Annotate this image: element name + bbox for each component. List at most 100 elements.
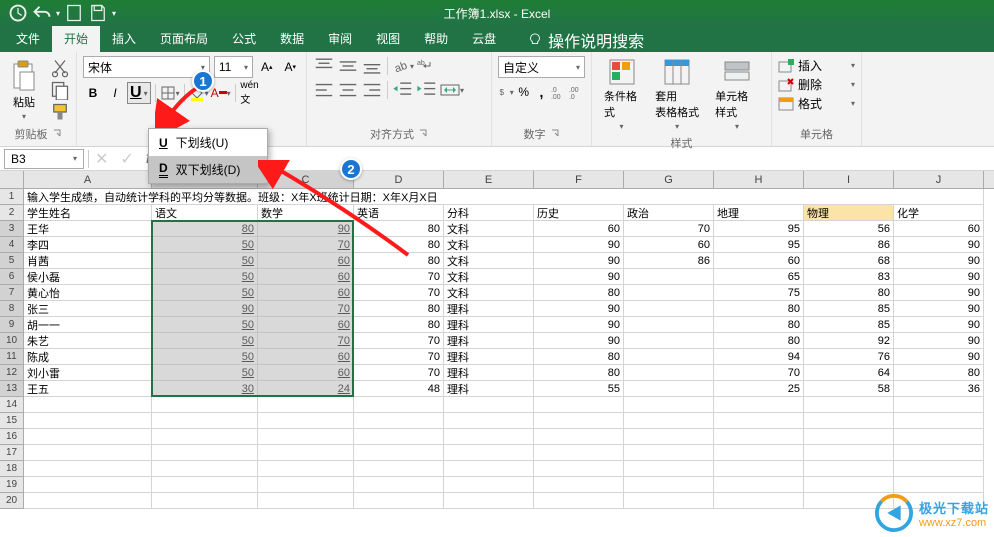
cell-B2[interactable]: 语文 [152, 205, 258, 221]
cell-A16[interactable] [24, 429, 152, 445]
cell-A19[interactable] [24, 477, 152, 493]
confirm-formula-icon[interactable]: ✓ [114, 149, 139, 169]
cell-A7[interactable]: 黄心怡 [24, 285, 152, 301]
cell-B5[interactable]: 50 [152, 253, 258, 269]
cell-A9[interactable]: 胡一一 [24, 317, 152, 333]
col-header-F[interactable]: F [534, 171, 624, 188]
cell-G19[interactable] [624, 477, 714, 493]
font-name-selector[interactable]: 宋体▾ [83, 56, 210, 78]
cell-E17[interactable] [444, 445, 534, 461]
cell-B8[interactable]: 90 [152, 301, 258, 317]
cell-C17[interactable] [258, 445, 354, 461]
cell-A20[interactable] [24, 493, 152, 509]
cell-B18[interactable] [152, 461, 258, 477]
cell-A15[interactable] [24, 413, 152, 429]
increase-decimal-icon[interactable]: .0.00 [551, 82, 567, 102]
cell-A17[interactable] [24, 445, 152, 461]
cell-A12[interactable]: 刘小雷 [24, 365, 152, 381]
cell-F9[interactable]: 90 [534, 317, 624, 333]
cell-F10[interactable]: 90 [534, 333, 624, 349]
cell-C2[interactable]: 数学 [258, 205, 354, 221]
row-header-15[interactable]: 15 [0, 413, 24, 429]
cell-G7[interactable] [624, 285, 714, 301]
cell-C6[interactable]: 60 [258, 269, 354, 285]
italic-button[interactable]: I [105, 83, 125, 103]
cell-A5[interactable]: 肖茜 [24, 253, 152, 269]
cell-C14[interactable] [258, 397, 354, 413]
row-header-16[interactable]: 16 [0, 429, 24, 445]
cell-A10[interactable]: 朱艺 [24, 333, 152, 349]
cell-A14[interactable] [24, 397, 152, 413]
cell-I16[interactable] [804, 429, 894, 445]
conditional-format-button[interactable]: 条件格式▾ [598, 56, 645, 133]
cell-J13[interactable]: 36 [894, 381, 984, 397]
cell-I2[interactable]: 物理 [804, 205, 894, 221]
cell-H11[interactable]: 94 [714, 349, 804, 365]
cell-G6[interactable] [624, 269, 714, 285]
cell-D20[interactable] [354, 493, 444, 509]
cell-B12[interactable]: 50 [152, 365, 258, 381]
save-icon[interactable] [88, 3, 108, 23]
cell-G20[interactable] [624, 493, 714, 509]
font-size-selector[interactable]: 11▾ [214, 56, 253, 78]
cell-C10[interactable]: 70 [258, 333, 354, 349]
cell-E16[interactable] [444, 429, 534, 445]
row-header-5[interactable]: 5 [0, 253, 24, 269]
cell-F20[interactable] [534, 493, 624, 509]
cell-B4[interactable]: 50 [152, 237, 258, 253]
cell-A1[interactable]: 输入学生成绩，自动统计学科的平均分等数据。班级：X年X班统计日期：X年X月X日 [24, 189, 984, 205]
format-cells-button[interactable]: 格式▾ [778, 94, 855, 113]
row-header-11[interactable]: 11 [0, 349, 24, 365]
cell-I7[interactable]: 80 [804, 285, 894, 301]
orientation-icon[interactable]: ab▾ [392, 56, 414, 76]
cell-D16[interactable] [354, 429, 444, 445]
cell-F12[interactable]: 80 [534, 365, 624, 381]
cell-E15[interactable] [444, 413, 534, 429]
cell-B14[interactable] [152, 397, 258, 413]
cell-J11[interactable]: 90 [894, 349, 984, 365]
cell-E8[interactable]: 理科 [444, 301, 534, 317]
cell-F13[interactable]: 55 [534, 381, 624, 397]
col-header-A[interactable]: A [24, 171, 152, 188]
cell-C5[interactable]: 60 [258, 253, 354, 269]
cell-H15[interactable] [714, 413, 804, 429]
cell-I8[interactable]: 85 [804, 301, 894, 317]
row-header-9[interactable]: 9 [0, 317, 24, 333]
underline-single-item[interactable]: U下划线(U) [149, 129, 267, 156]
cell-B20[interactable] [152, 493, 258, 509]
cell-I3[interactable]: 56 [804, 221, 894, 237]
cell-J10[interactable]: 90 [894, 333, 984, 349]
cell-J6[interactable]: 90 [894, 269, 984, 285]
cell-D10[interactable]: 70 [354, 333, 444, 349]
cell-E19[interactable] [444, 477, 534, 493]
cell-G17[interactable] [624, 445, 714, 461]
cell-I14[interactable] [804, 397, 894, 413]
cell-J7[interactable]: 90 [894, 285, 984, 301]
wrap-text-icon[interactable]: ab [416, 56, 436, 76]
cell-A13[interactable]: 王五 [24, 381, 152, 397]
bold-button[interactable]: B [83, 83, 103, 103]
col-header-J[interactable]: J [894, 171, 984, 188]
cell-E14[interactable] [444, 397, 534, 413]
row-header-3[interactable]: 3 [0, 221, 24, 237]
cell-D5[interactable]: 80 [354, 253, 444, 269]
comma-icon[interactable]: , [534, 82, 550, 102]
delete-cells-button[interactable]: 删除▾ [778, 75, 855, 94]
border-button[interactable]: ▾ [160, 83, 180, 103]
cell-J2[interactable]: 化学 [894, 205, 984, 221]
decrease-indent-icon[interactable] [392, 80, 414, 100]
row-header-2[interactable]: 2 [0, 205, 24, 221]
tab-file[interactable]: 文件 [4, 25, 52, 52]
cell-H3[interactable]: 95 [714, 221, 804, 237]
col-header-H[interactable]: H [714, 171, 804, 188]
cell-F8[interactable]: 90 [534, 301, 624, 317]
cell-F7[interactable]: 80 [534, 285, 624, 301]
cell-F11[interactable]: 80 [534, 349, 624, 365]
cell-F15[interactable] [534, 413, 624, 429]
cell-C8[interactable]: 70 [258, 301, 354, 317]
cell-D2[interactable]: 英语 [354, 205, 444, 221]
cell-H8[interactable]: 80 [714, 301, 804, 317]
cell-C16[interactable] [258, 429, 354, 445]
cell-J15[interactable] [894, 413, 984, 429]
alignment-dialog-icon[interactable] [418, 128, 428, 138]
